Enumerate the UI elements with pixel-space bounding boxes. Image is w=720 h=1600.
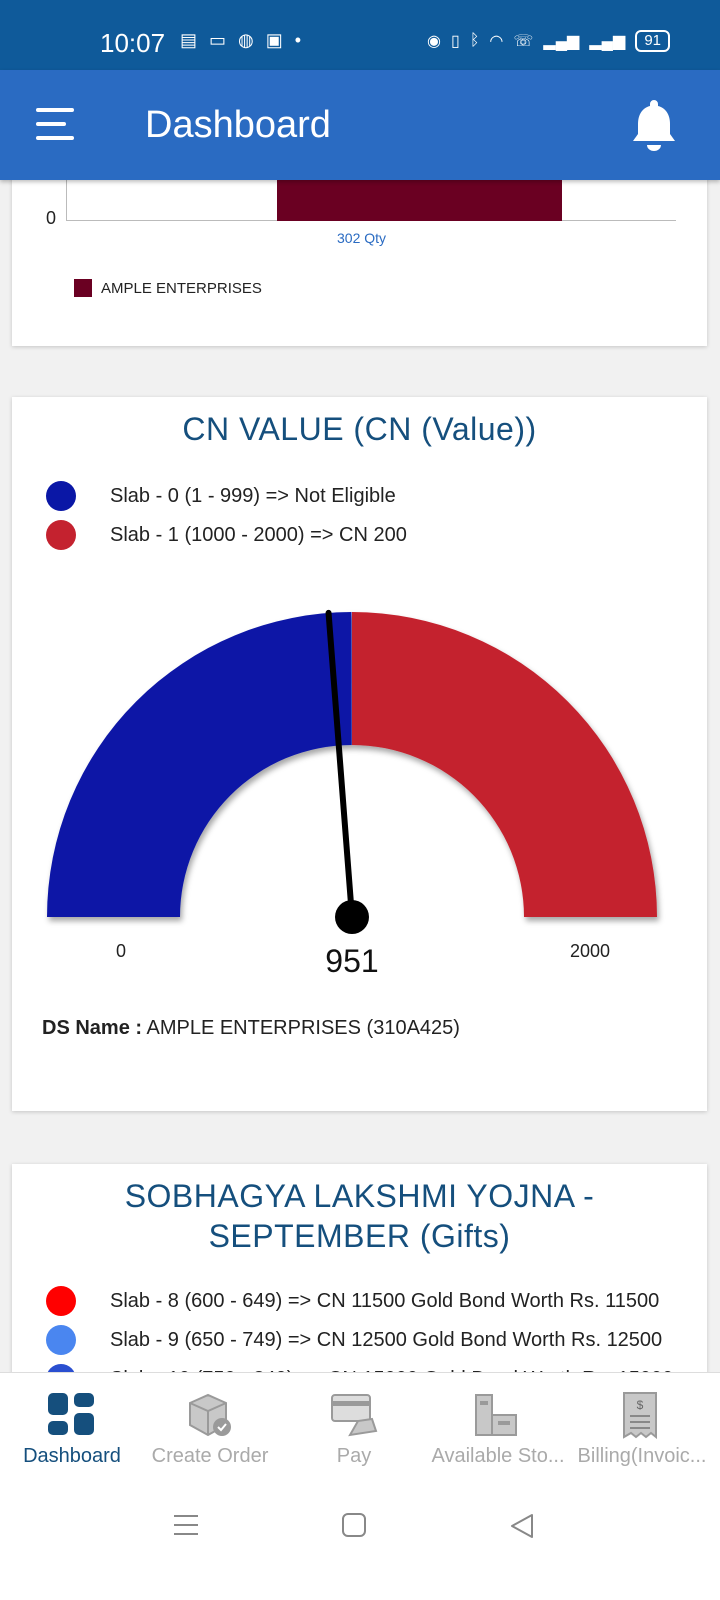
- nav-dashboard[interactable]: Dashboard: [0, 1373, 144, 1491]
- legend-dot: [46, 481, 76, 511]
- home-icon[interactable]: [341, 1512, 367, 1538]
- sobhagya-lakshmi-card: SOBHAGYA LAKSHMI YOJNA - SEPTEMBER (Gift…: [12, 1164, 707, 1400]
- dashboard-icon: [48, 1393, 94, 1435]
- bell-icon[interactable]: [630, 98, 678, 152]
- app-bar: Dashboard: [0, 70, 720, 180]
- nav-available-stock[interactable]: Available Sto...: [426, 1373, 570, 1491]
- bluetooth-icon: ᛒ: [469, 32, 480, 49]
- legend-item: Slab - 1 (1000 - 2000) => CN 200: [46, 520, 407, 550]
- gauge-band-slab-1: [352, 612, 657, 917]
- nav-label: Pay: [336, 1445, 372, 1467]
- legend-label: AMPLE ENTERPRISES: [101, 280, 262, 297]
- svg-text:$: $: [637, 1398, 644, 1412]
- legend-label: Slab - 1 (1000 - 2000) => CN 200: [110, 523, 407, 546]
- nav-label: Create Order: [151, 1445, 269, 1467]
- card-title-line1: SOBHAGYA LAKSHMI YOJNA -: [124, 1178, 595, 1214]
- chart-plot-area: [66, 180, 676, 221]
- vibrate-icon: ▯: [451, 33, 460, 50]
- legend-label: Slab - 0 (1 - 999) => Not Eligible: [110, 484, 396, 507]
- pay-icon: [331, 1394, 378, 1437]
- vpn-icon: ◉: [427, 33, 441, 50]
- nav-create-order[interactable]: Create Order: [138, 1373, 282, 1491]
- nav-label: Dashboard: [23, 1445, 121, 1467]
- nav-label: Billing(Invoic...: [577, 1445, 707, 1467]
- cn-value-card: CN VALUE (CN (Value)) Slab - 0 (1 - 999)…: [12, 397, 707, 1111]
- legend-item: Slab - 8 (600 - 649) => CN 11500 Gold Bo…: [46, 1286, 659, 1316]
- billing-icon: $: [623, 1392, 657, 1439]
- news-icon: ▤: [180, 30, 198, 50]
- legend-dot: [46, 520, 76, 550]
- legend-item: Slab - 9 (650 - 749) => CN 12500 Gold Bo…: [46, 1325, 662, 1355]
- battery-icon: 91: [635, 30, 670, 52]
- qty-bar-chart-card: 0 302 Qty AMPLE ENTERPRISES: [12, 180, 707, 346]
- status-bar: 10:07 ▤ ▭ ◍ ▣ • ◉ ▯ ᛒ ◠ ☏ ▂▄▆ ▂▄▆ 91: [0, 0, 720, 70]
- card-title: CN VALUE (CN (Value)): [182, 411, 537, 447]
- back-icon[interactable]: [508, 1512, 536, 1540]
- cn-gauge: [47, 609, 657, 934]
- card-title-line2: SEPTEMBER (Gifts): [208, 1218, 511, 1254]
- legend-swatch: [74, 279, 92, 297]
- dashboard-content[interactable]: 0 302 Qty AMPLE ENTERPRISES CN VALUE (CN…: [0, 180, 720, 1400]
- ds-name-value: AMPLE ENTERPRISES (310A425): [146, 1017, 460, 1039]
- legend-item: Slab - 0 (1 - 999) => Not Eligible: [46, 481, 396, 511]
- signal-icon: ▂▄▆: [589, 33, 626, 50]
- signal-icon: ▂▄▆: [543, 33, 580, 50]
- gauge-max-label: 2000: [570, 941, 611, 961]
- ds-name-label: DS Name :: [42, 1017, 143, 1039]
- recents-menu-icon[interactable]: [172, 1512, 200, 1538]
- gauge-band-slab-0: [47, 612, 352, 917]
- stock-icon: [475, 1394, 517, 1436]
- nav-billing[interactable]: $ Billing(Invoic...: [570, 1373, 714, 1491]
- gauge-value: 951: [325, 943, 379, 979]
- bar-ample-enterprises: [277, 180, 562, 221]
- wifi-icon: ◠: [489, 33, 504, 50]
- bottom-navigation: Dashboard Create Order Pay Available Sto…: [0, 1372, 720, 1490]
- calendar-icon: ▣: [265, 30, 283, 50]
- page-title: Dashboard: [145, 104, 331, 146]
- legend-dot: [46, 1325, 76, 1355]
- nav-label: Available Sto...: [431, 1445, 565, 1467]
- ds-name: DS Name : AMPLE ENTERPRISES (310A425): [42, 1017, 460, 1040]
- gauge-hub: [335, 900, 369, 934]
- create-order-icon: [189, 1393, 231, 1437]
- wifi-call-icon: ☏: [513, 33, 534, 50]
- y-tick-label: 0: [46, 208, 57, 228]
- gauge-min-label: 0: [116, 941, 127, 961]
- dot-icon: •: [294, 30, 302, 50]
- system-navigation-bar: [0, 1490, 720, 1600]
- x-category-label: 302 Qty: [337, 230, 387, 246]
- notification-icons: ▤ ▭ ◍ ▣ •: [180, 30, 301, 51]
- legend-label: Slab - 9 (650 - 749) => CN 12500 Gold Bo…: [110, 1328, 663, 1351]
- legend-label: Slab - 8 (600 - 649) => CN 11500 Gold Bo…: [110, 1289, 660, 1312]
- menu-icon[interactable]: [36, 108, 74, 142]
- status-time: 10:07: [100, 28, 166, 58]
- vpn-key-icon: ▭: [209, 30, 227, 50]
- legend-dot: [46, 1286, 76, 1316]
- system-icons: ◉ ▯ ᛒ ◠ ☏ ▂▄▆ ▂▄▆ 91: [427, 30, 670, 52]
- nfc-icon: ◍: [238, 30, 254, 50]
- nav-pay[interactable]: Pay: [282, 1373, 426, 1491]
